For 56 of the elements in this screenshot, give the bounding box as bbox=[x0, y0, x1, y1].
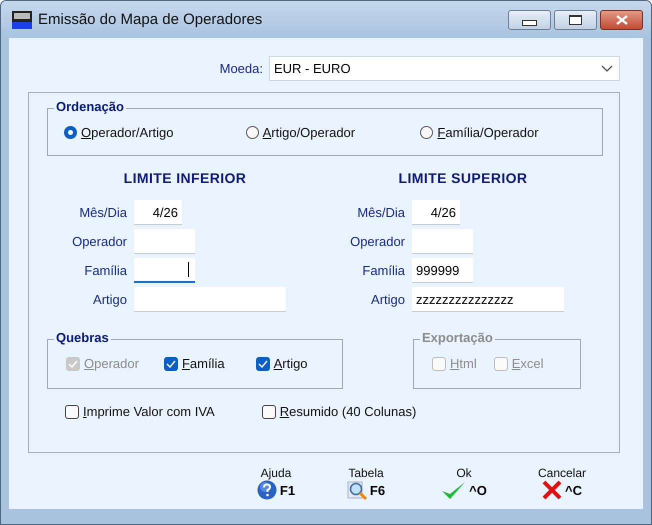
checkbox[interactable] bbox=[262, 404, 276, 418]
maximize-button[interactable] bbox=[554, 10, 597, 30]
radio-label[interactable]: Família/Operador bbox=[437, 125, 539, 140]
shortcut-key[interactable]: ^O bbox=[469, 482, 487, 498]
field-label: Operador bbox=[349, 234, 405, 249]
radio-button[interactable] bbox=[64, 126, 77, 139]
input-field[interactable]: zzzzzzzzzzzzzzz bbox=[412, 287, 564, 312]
radio-button[interactable] bbox=[246, 126, 259, 139]
button-label[interactable]: Cancelar bbox=[538, 466, 586, 480]
checkmark-icon bbox=[68, 360, 78, 368]
input-field[interactable]: 999999 bbox=[412, 258, 473, 283]
checkbox[interactable] bbox=[65, 404, 79, 418]
minimize-button[interactable] bbox=[508, 10, 551, 30]
shortcut-key[interactable]: F6 bbox=[370, 482, 386, 498]
checkbox-label[interactable]: Artigo bbox=[274, 356, 308, 371]
radio-label[interactable]: Operador/Artigo bbox=[81, 125, 174, 140]
field-label: Família bbox=[361, 263, 405, 278]
help-icon bbox=[256, 480, 277, 500]
field-label: Família bbox=[83, 263, 127, 278]
field-label: Mês/Dia bbox=[78, 205, 127, 220]
checkmark-icon bbox=[258, 360, 268, 368]
checkbox-label[interactable]: Família bbox=[182, 356, 225, 371]
field-label: Mês/Dia bbox=[356, 205, 405, 220]
button-label[interactable]: Ok bbox=[456, 466, 472, 480]
app-icon bbox=[12, 10, 32, 28]
checkbox[interactable] bbox=[256, 356, 270, 370]
section-heading: LIMITE INFERIOR bbox=[122, 170, 248, 186]
input-field[interactable]: 4/26 bbox=[134, 200, 182, 225]
shortcut-key[interactable]: ^C bbox=[565, 482, 582, 498]
button-label[interactable]: Tabela bbox=[348, 466, 384, 480]
checkmark-icon bbox=[166, 360, 176, 368]
radio-label[interactable]: Artigo/Operador bbox=[262, 125, 356, 140]
close-icon bbox=[616, 15, 628, 25]
input-field[interactable] bbox=[134, 258, 195, 283]
section-heading: LIMITE SUPERIOR bbox=[398, 170, 528, 186]
shortcut-key[interactable]: F1 bbox=[280, 482, 296, 498]
field-label: Operador bbox=[71, 234, 127, 249]
radio-button[interactable] bbox=[420, 126, 434, 139]
magnifier-icon bbox=[346, 480, 367, 500]
checkbox-label[interactable]: Imprime Valor com IVA bbox=[83, 404, 215, 419]
group-title: Exportação bbox=[420, 330, 495, 345]
cross-icon bbox=[542, 480, 562, 500]
checkbox-label[interactable]: Resumido (40 Colunas) bbox=[280, 404, 416, 419]
checkmark-icon bbox=[441, 480, 466, 500]
close-button[interactable] bbox=[600, 10, 643, 30]
field-label: Artigo bbox=[370, 292, 405, 307]
button-label[interactable]: Ajuda bbox=[260, 466, 292, 480]
checkbox[interactable] bbox=[164, 356, 178, 370]
input-field[interactable]: 4/26 bbox=[412, 200, 460, 225]
group-title: Ordenação bbox=[54, 99, 126, 114]
group-title: Quebras bbox=[54, 330, 111, 345]
currency-label: Moeda: bbox=[220, 61, 263, 76]
chevron-down-icon bbox=[601, 64, 613, 72]
window-title: Emissão do Mapa de Operadores bbox=[38, 11, 264, 28]
field-label: Artigo bbox=[92, 292, 127, 307]
currency-dropdown[interactable]: EUR - EURO bbox=[269, 56, 620, 81]
